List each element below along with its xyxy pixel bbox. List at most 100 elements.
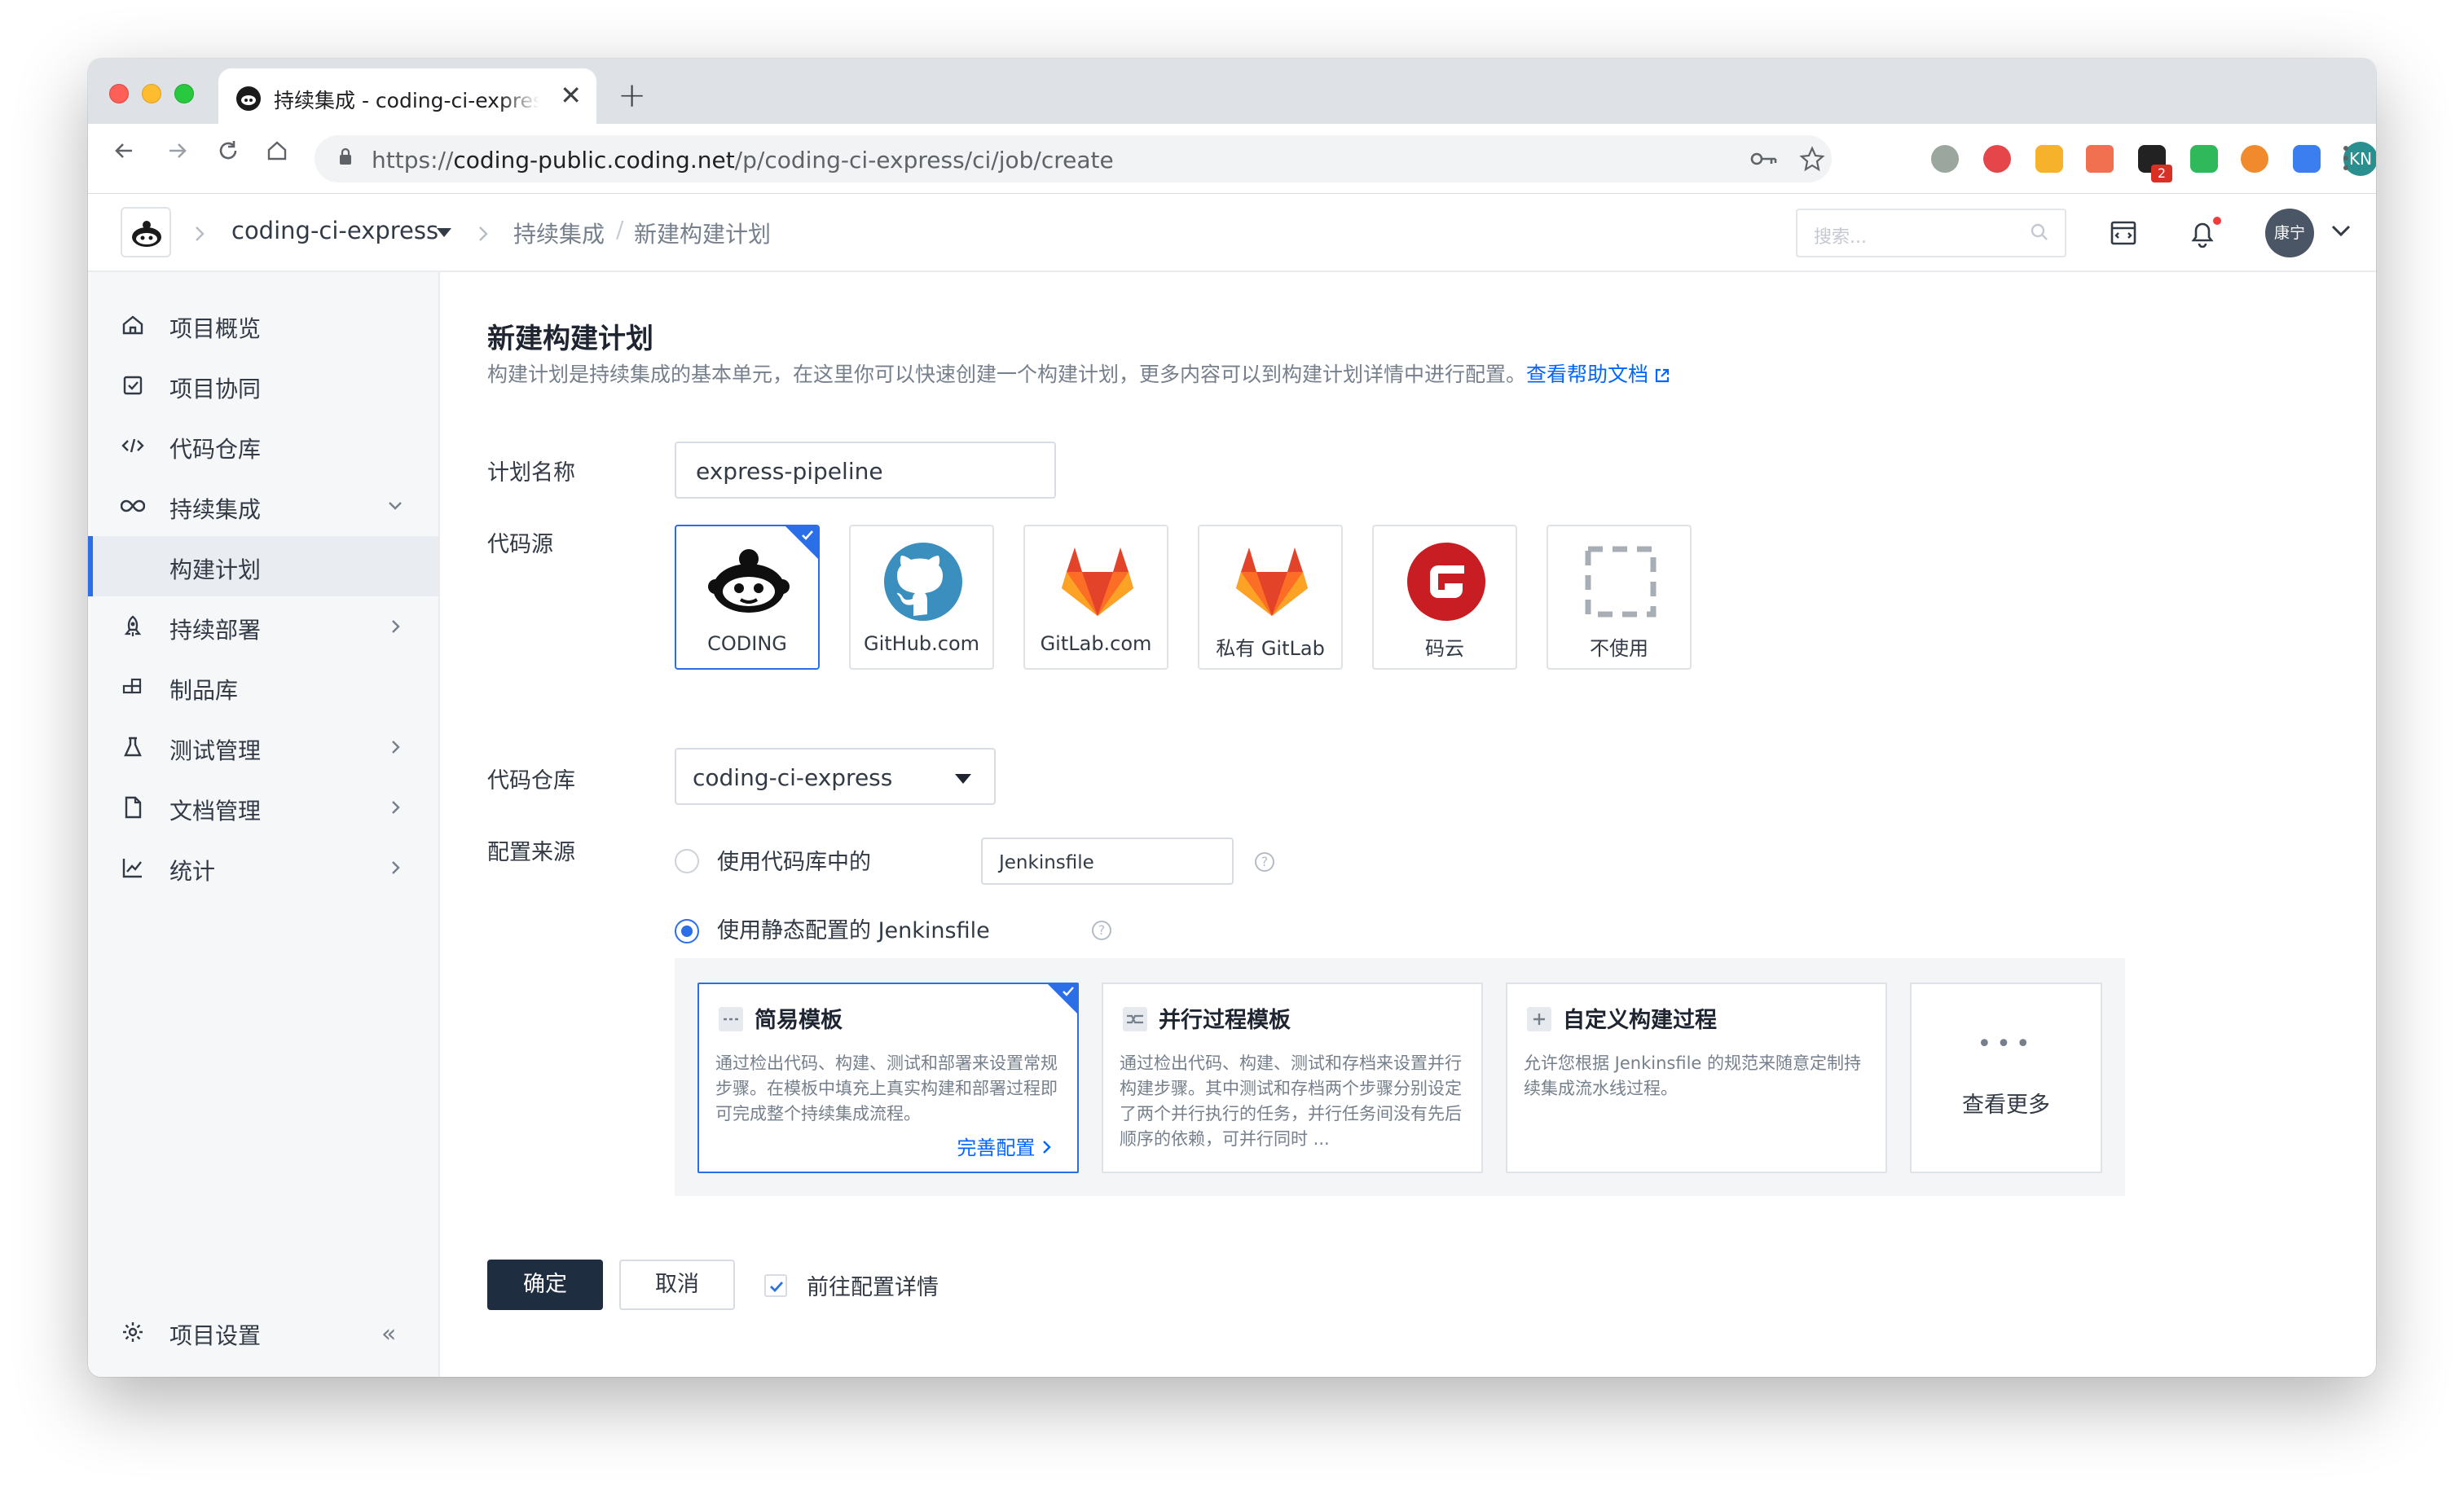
window-minimize-button[interactable] — [142, 84, 161, 103]
tab-title: 持续集成 - coding-ci-express - CODING — [274, 89, 539, 112]
sidebar-item-label: 持续集成 — [169, 496, 262, 523]
jenkinsfile-path-value: Jenkinsfile — [999, 852, 1094, 873]
coding-monkey-icon — [132, 221, 161, 247]
gitlab-logo-icon — [1062, 547, 1133, 616]
sidebar-item-settings[interactable]: 项目设置 « — [88, 1302, 438, 1362]
sidebar-item-label: 统计 — [169, 858, 216, 885]
help-icon[interactable]: ? — [1092, 921, 1111, 940]
coding-logo[interactable] — [121, 207, 171, 257]
search-placeholder: 搜索... — [1814, 227, 1867, 248]
extension-6-icon[interactable] — [2190, 145, 2218, 173]
sidebar-item-cd[interactable]: 持续部署 — [88, 596, 438, 657]
source-card-private-gitlab[interactable]: 私有 GitLab — [1198, 525, 1343, 670]
workspace-icon[interactable] — [2109, 218, 2138, 248]
search-input[interactable]: 搜索... — [1796, 209, 2066, 257]
plan-name-input[interactable]: express-pipeline — [675, 442, 1056, 499]
breadcrumb-ci[interactable]: 持续集成 — [513, 217, 605, 249]
key-icon[interactable] — [1750, 150, 1778, 168]
radio-use-repo-label[interactable]: 使用代码库中的 — [717, 844, 871, 876]
radio-static-label[interactable]: 使用静态配置的 Jenkinsfile — [717, 912, 990, 944]
home-button[interactable] — [261, 139, 293, 174]
template-description: 通过检出代码、构建、测试和存档来设置并行构建步骤。其中测试和存档两个步骤分别设定… — [1120, 1053, 1462, 1149]
template-card-parallel[interactable]: 并行过程模板 通过检出代码、构建、测试和存档来设置并行构建步骤。其中测试和存档两… — [1102, 983, 1483, 1173]
chevron-right-icon — [392, 861, 400, 874]
app-header: coding-ci-express 持续集成 / 新建构建计划 搜索... 康宁 — [88, 194, 2376, 272]
browser-window: 持续集成 - coding-ci-express - CODING ✕ + ht… — [88, 59, 2376, 1377]
extension-8-icon[interactable] — [2293, 145, 2321, 173]
sidebar-item-code-repo[interactable]: 代码仓库 — [88, 416, 438, 476]
source-card-gitee[interactable]: 码云 — [1372, 525, 1517, 670]
breadcrumb-slash: / — [616, 216, 624, 243]
help-doc-link[interactable]: 查看帮助文档 — [1526, 363, 1648, 386]
source-card-none[interactable]: 不使用 — [1547, 525, 1692, 670]
sidebar-item-docs[interactable]: 文档管理 — [88, 777, 438, 838]
code-repo-label: 代码仓库 — [487, 768, 575, 794]
tab-strip: 持续集成 - coding-ci-express - CODING ✕ + — [88, 59, 2376, 124]
chevron-right-icon — [1043, 1141, 1051, 1154]
flask-icon — [124, 737, 142, 757]
sidebar-item-ci[interactable]: 持续集成 — [88, 476, 438, 536]
extension-2-icon[interactable] — [1983, 145, 2011, 173]
help-icon[interactable]: ? — [1255, 852, 1274, 872]
complete-config-link[interactable]: 完善配置 — [957, 1132, 1053, 1160]
browser-tab[interactable]: 持续集成 - coding-ci-express - CODING ✕ — [218, 68, 596, 124]
external-link-icon[interactable] — [1653, 367, 1671, 385]
sidebar-item-overview[interactable]: 项目概览 — [88, 295, 438, 355]
chevron-down-icon[interactable] — [2330, 223, 2352, 238]
sidebar-item-stats[interactable]: 统计 — [88, 838, 438, 898]
sidebar-item-label: 代码仓库 — [169, 436, 262, 463]
browser-menu-icon[interactable] — [2340, 142, 2352, 174]
bookmark-star-icon[interactable] — [1799, 146, 1825, 172]
chevron-right-icon — [392, 801, 400, 814]
back-button[interactable] — [108, 139, 140, 174]
code-repo-value: coding-ci-express — [693, 764, 893, 791]
template-description: 通过检出代码、构建、测试和部署来设置常规步骤。在模板中填充上真实构建和部署过程即… — [715, 1053, 1058, 1123]
source-card-coding[interactable]: CODING — [675, 525, 820, 670]
extension-1-icon[interactable] — [1931, 145, 1959, 173]
sidebar-item-artifacts[interactable]: 制品库 — [88, 657, 438, 717]
template-card-custom[interactable]: 自定义构建过程 允许您根据 Jenkinsfile 的规范来随意定制持续集成流水… — [1506, 983, 1887, 1173]
chevron-down-icon — [389, 502, 402, 510]
sidebar-item-label: 项目协同 — [169, 376, 262, 402]
radio-static-jenkinsfile[interactable] — [675, 919, 699, 943]
user-avatar[interactable]: 康宁 — [2265, 209, 2314, 257]
page-title: 新建构建计划 — [487, 323, 653, 355]
project-switcher[interactable]: coding-ci-express — [231, 217, 438, 244]
jenkinsfile-path-input[interactable]: Jenkinsfile — [981, 838, 1234, 885]
extension-4-icon[interactable] — [2086, 145, 2114, 173]
infinity-icon — [121, 499, 145, 512]
breadcrumb-current: 新建构建计划 — [634, 221, 772, 248]
sidebar-item-testing[interactable]: 测试管理 — [88, 717, 438, 777]
sidebar-item-label: 制品库 — [169, 677, 239, 704]
collapse-sidebar-icon[interactable]: « — [381, 1320, 396, 1348]
extension-7-icon[interactable] — [2241, 145, 2268, 173]
forward-button[interactable] — [161, 139, 194, 174]
window-close-button[interactable] — [109, 84, 129, 103]
notification-dot — [2211, 215, 2223, 226]
code-repo-select[interactable]: coding-ci-express — [675, 748, 996, 805]
goto-detail-label[interactable]: 前往配置详情 — [807, 1269, 939, 1301]
source-card-gitlab[interactable]: GitLab.com — [1023, 525, 1168, 670]
project-dropdown-caret-icon[interactable] — [437, 228, 451, 237]
sidebar-item-build-plans[interactable]: 构建计划 — [88, 536, 438, 596]
dashed-square-icon — [1585, 546, 1657, 618]
sidebar-item-collaboration[interactable]: 项目协同 — [88, 355, 438, 416]
radio-use-repo-jenkinsfile[interactable] — [675, 849, 699, 873]
more-dots-icon: ••• — [1977, 1030, 2035, 1058]
source-card-github[interactable]: GitHub.com — [849, 525, 994, 670]
search-icon — [2031, 223, 2048, 240]
template-parallel-icon — [1123, 1007, 1147, 1031]
template-simple-icon — [719, 1007, 743, 1031]
extension-3-icon[interactable] — [2035, 145, 2063, 173]
window-zoom-button[interactable] — [174, 84, 194, 103]
cancel-button[interactable]: 取消 — [619, 1260, 735, 1310]
view-more-card[interactable]: ••• 查看更多 — [1910, 983, 2102, 1173]
tab-close-icon[interactable]: ✕ — [560, 80, 582, 111]
template-card-simple[interactable]: 简易模板 通过检出代码、构建、测试和部署来设置常规步骤。在模板中填充上真实构建和… — [697, 983, 1079, 1173]
check-icon — [1063, 987, 1074, 996]
new-tab-button[interactable]: + — [618, 75, 646, 115]
confirm-button[interactable]: 确定 — [487, 1260, 603, 1310]
reload-button[interactable] — [212, 139, 244, 174]
address-bar[interactable]: https://coding-public.coding.net/p/codin… — [315, 135, 1832, 182]
goto-detail-checkbox[interactable] — [764, 1274, 787, 1297]
